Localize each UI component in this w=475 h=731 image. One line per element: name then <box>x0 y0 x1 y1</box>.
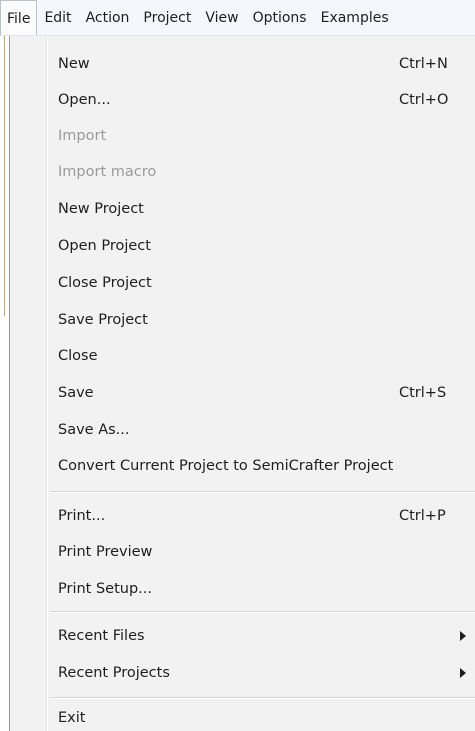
menu-item-label: Print Preview <box>58 544 153 560</box>
menu-edit[interactable]: Edit <box>37 0 78 35</box>
menu-item-label: Close <box>58 348 98 364</box>
menu-item-label: Open Project <box>58 238 151 254</box>
menu-item-label: Print... <box>58 508 106 524</box>
menu-item-convert-to-semicrafter[interactable]: Convert Current Project to SemiCrafter P… <box>10 448 475 484</box>
menu-item-print-preview[interactable]: Print Preview <box>10 534 475 570</box>
submenu-arrow-icon <box>460 631 466 641</box>
menu-item-print[interactable]: Print... Ctrl+P <box>10 498 475 534</box>
menu-file[interactable]: File <box>0 0 38 35</box>
menu-separator <box>50 697 475 699</box>
menu-bar: File Edit Action Project View Options Ex… <box>0 0 475 36</box>
menu-item-shortcut: Ctrl+P <box>399 508 446 524</box>
menu-item-shortcut: Ctrl+N <box>399 56 448 72</box>
menu-item-shortcut: Ctrl+O <box>399 92 449 108</box>
menu-item-label: Import <box>58 128 107 144</box>
menu-item-open[interactable]: Open... Ctrl+O <box>10 82 475 118</box>
menu-item-label: New <box>58 56 90 72</box>
menu-item-new[interactable]: New Ctrl+N <box>10 46 475 82</box>
menu-item-import-macro: Import macro <box>10 154 475 190</box>
menu-item-import: Import <box>10 118 475 154</box>
menu-separator <box>50 611 475 613</box>
menu-item-save[interactable]: Save Ctrl+S <box>10 375 475 411</box>
menu-item-recent-projects[interactable]: Recent Projects <box>10 655 475 691</box>
menu-item-print-setup[interactable]: Print Setup... <box>10 571 475 607</box>
menu-examples[interactable]: Examples <box>314 0 396 35</box>
file-dropdown-menu: New Ctrl+N Open... Ctrl+O Import Import … <box>9 36 475 731</box>
menu-item-label: Open... <box>58 92 111 108</box>
menu-item-label: Save As... <box>58 422 130 438</box>
menu-item-recent-files[interactable]: Recent Files <box>10 618 475 654</box>
menu-item-label: Recent Projects <box>58 665 170 681</box>
menu-item-label: Import macro <box>58 164 157 180</box>
menu-separator <box>50 491 475 493</box>
menu-item-label: New Project <box>58 201 144 217</box>
menu-item-label: Recent Files <box>58 628 145 644</box>
menu-item-exit[interactable]: Exit <box>10 704 475 731</box>
menu-item-save-as[interactable]: Save As... <box>10 412 475 448</box>
menu-item-label: Save <box>58 385 94 401</box>
menu-item-close[interactable]: Close <box>10 338 475 374</box>
menu-item-save-project[interactable]: Save Project <box>10 302 475 338</box>
menu-item-label: Convert Current Project to SemiCrafter P… <box>58 458 394 474</box>
menu-item-new-project[interactable]: New Project <box>10 191 475 227</box>
submenu-arrow-icon <box>460 668 466 678</box>
menu-options[interactable]: Options <box>246 0 314 35</box>
menu-action[interactable]: Action <box>79 0 137 35</box>
menu-project[interactable]: Project <box>136 0 198 35</box>
menu-item-label: Exit <box>58 709 86 726</box>
menu-item-shortcut: Ctrl+S <box>399 385 447 401</box>
menu-item-open-project[interactable]: Open Project <box>10 228 475 264</box>
menu-item-label: Close Project <box>58 275 152 291</box>
menu-item-label: Save Project <box>58 312 148 328</box>
menu-view[interactable]: View <box>198 0 245 35</box>
menu-item-close-project[interactable]: Close Project <box>10 265 475 301</box>
menu-item-label: Print Setup... <box>58 581 152 597</box>
